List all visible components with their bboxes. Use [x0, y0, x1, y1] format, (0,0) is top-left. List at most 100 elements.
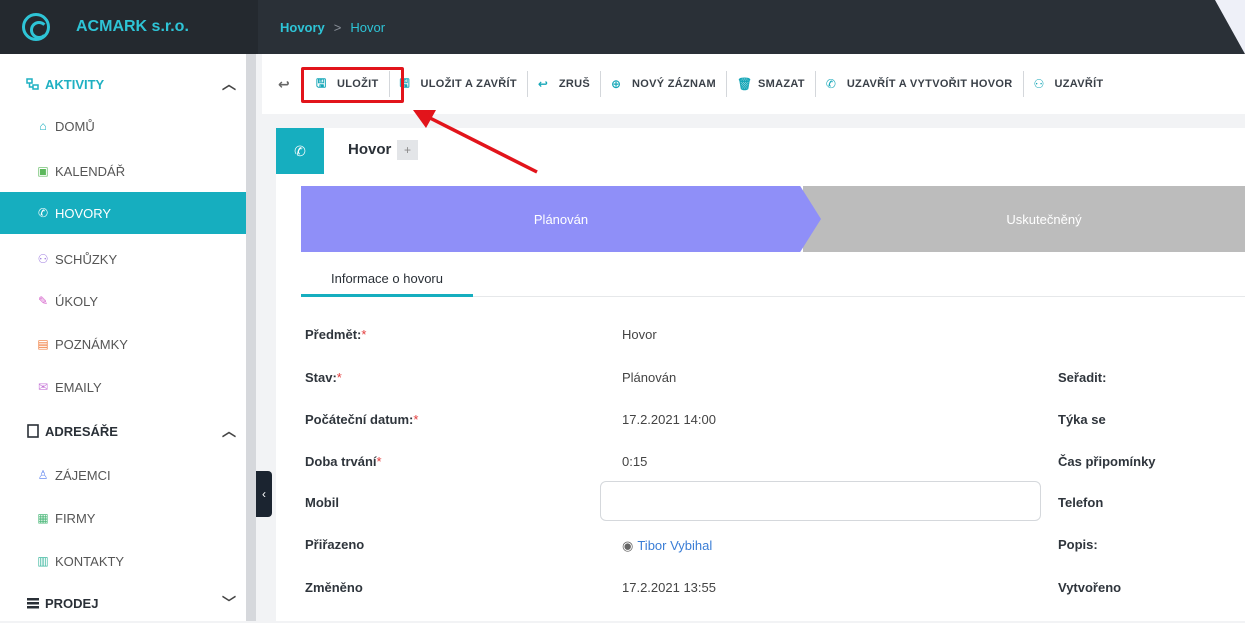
stage-progress-bar: Plánován Uskutečněný: [301, 186, 1245, 252]
meeting-icon: ⚇: [37, 252, 49, 266]
sidebar-item-label: HOVORY: [55, 205, 112, 221]
sidebar-item-label: DOMŮ: [55, 118, 95, 134]
field-label-predmet: Předmět:*: [305, 327, 367, 342]
breadcrumb: Hovory > Hovor: [280, 0, 385, 54]
new-record-button[interactable]: ⊕ NOVÝ ZÁZNAM: [601, 68, 726, 100]
chevron-left-icon: ‹: [262, 487, 266, 501]
sidebar-section-adresare[interactable]: ADRESÁŘE ︿: [0, 411, 246, 451]
sidebar-scrollbar[interactable]: [246, 54, 256, 621]
field-value-zmeneno: 17.2.2021 13:55: [622, 580, 716, 595]
close-and-create-meeting-button[interactable]: ⚇ UZAVŘÍT: [1024, 68, 1114, 100]
sidebar-item-schuzky[interactable]: ⚇ SCHŮZKY: [0, 238, 246, 280]
stage-label: Plánován: [533, 211, 589, 227]
mobil-input[interactable]: [600, 481, 1041, 521]
field-value-prirazeno[interactable]: ◉ Tibor Vybihal: [622, 538, 712, 554]
sidebar-item-kontakty[interactable]: ▥ KONTAKTY: [0, 540, 246, 582]
button-label: UZAVŘÍT: [1054, 78, 1104, 90]
record-type-phone-icon: ✆: [276, 128, 324, 174]
delete-button[interactable]: 🗑 SMAZAT: [727, 68, 815, 100]
sidebar-item-label: KALENDÁŘ: [55, 163, 126, 179]
section-label: AKTIVITY: [45, 76, 105, 92]
company-icon: ▦: [37, 511, 49, 525]
sidebar-section-aktivity[interactable]: AKTIVITY ︿: [0, 64, 246, 104]
back-icon[interactable]: ↩: [262, 76, 306, 93]
chevron-up-icon[interactable]: ︿: [222, 421, 236, 441]
record-tabs: Informace o hovoru: [301, 262, 1245, 297]
breadcrumb-item-hovor: Hovor: [350, 19, 386, 35]
field-label-pocatecni-datum: Počáteční datum:*: [305, 412, 419, 427]
toolbar: ↩ 🖫 ULOŽIT 🖫 ULOŽIT A ZAVŘÍT ↩ ZRUŠ ⊕ NO…: [262, 54, 1245, 114]
field-value-doba-trvani[interactable]: 0:15: [622, 454, 647, 469]
email-icon: ✉: [37, 380, 49, 394]
sales-icon: [26, 596, 40, 610]
assigned-user-link[interactable]: Tibor Vybihal: [637, 538, 712, 553]
activities-icon: [26, 77, 40, 91]
calendar-icon: ▣: [37, 164, 49, 178]
field-label-doba-trvani: Doba trvání*: [305, 454, 382, 469]
chevron-up-icon[interactable]: ︿: [222, 74, 236, 94]
breadcrumb-separator: >: [333, 19, 342, 35]
breadcrumb-item-hovory[interactable]: Hovory: [280, 20, 325, 35]
prospect-icon: ♙: [37, 468, 49, 482]
section-label: ADRESÁŘE: [45, 423, 118, 439]
sidebar-item-label: EMAILY: [55, 379, 102, 395]
section-label: PRODEJ: [45, 595, 99, 611]
sidebar-item-label: ÚKOLY: [55, 293, 99, 309]
sidebar-section-prodej[interactable]: PRODEJ ﹀: [0, 583, 246, 623]
field-label-zmeneno: Změněno: [305, 580, 363, 595]
field-label-popis: Popis:: [1058, 537, 1098, 552]
phone-icon: ✆: [825, 77, 837, 91]
record-title: Hovor: [348, 141, 392, 158]
tab-informace-o-hovoru[interactable]: Informace o hovoru: [301, 262, 473, 297]
field-label-tyka-se: Týka se: [1058, 412, 1106, 427]
task-icon: ✎: [37, 294, 49, 308]
chevron-down-icon[interactable]: ﹀: [222, 593, 236, 613]
button-label: ULOŽIT A ZAVŘÍT: [420, 78, 517, 90]
brand[interactable]: ACMARK s.r.o.: [0, 0, 258, 54]
brand-name: ACMARK s.r.o.: [76, 18, 189, 35]
stage-planovan[interactable]: Plánován: [301, 186, 821, 252]
field-value-pocatecni-datum[interactable]: 17.2.2021 14:00: [622, 412, 716, 427]
field-value-stav[interactable]: Plánován: [622, 370, 676, 385]
home-icon: ⌂: [39, 119, 47, 133]
sidebar-item-label: ZÁJEMCI: [55, 467, 111, 483]
sidebar-item-label: SCHŮZKY: [55, 251, 118, 267]
add-button[interactable]: +: [397, 140, 418, 160]
cancel-button[interactable]: ↩ ZRUŠ: [528, 68, 600, 100]
save-and-close-button[interactable]: 🖫 ULOŽIT A ZAVŘÍT: [390, 68, 527, 100]
field-label-cas-pripominky: Čas připomínky: [1058, 454, 1156, 469]
sidebar-item-domu[interactable]: ⌂ DOMŮ: [0, 105, 246, 147]
button-label: ZRUŠ: [558, 78, 591, 90]
close-and-create-call-button[interactable]: ✆ UZAVŘÍT A VYTVOŘIT HOVOR: [816, 68, 1023, 100]
collapse-sidebar-button[interactable]: ‹: [256, 471, 272, 517]
sidebar-item-label: POZNÁMKY: [55, 336, 128, 352]
save-button-highlight: [301, 67, 404, 103]
stage-label: Uskutečněný: [1006, 211, 1082, 227]
plus-circle-icon: ⊕: [611, 77, 622, 91]
undo-icon: ↩: [537, 77, 549, 91]
trash-icon: 🗑: [737, 77, 753, 91]
button-label: UZAVŘÍT A VYTVOŘIT HOVOR: [846, 78, 1013, 90]
button-label: SMAZAT: [758, 78, 805, 90]
corner-decoration: [1215, 0, 1245, 54]
sidebar-item-poznamky[interactable]: ▤ POZNÁMKY: [0, 323, 246, 365]
sidebar-item-emaily[interactable]: ✉ EMAILY: [0, 366, 246, 408]
stage-uskutecneny[interactable]: Uskutečněný: [803, 186, 1245, 252]
field-value-predmet[interactable]: Hovor: [622, 327, 657, 342]
sidebar-item-kalendar[interactable]: ▣ KALENDÁŘ: [0, 150, 246, 192]
field-label-mobil: Mobil: [305, 495, 339, 510]
field-label-vytvoreno: Vytvořeno: [1058, 580, 1122, 595]
field-label-telefon: Telefon: [1058, 495, 1104, 510]
sidebar-item-ukoly[interactable]: ✎ ÚKOLY: [0, 280, 246, 322]
sidebar-item-zajemci[interactable]: ♙ ZÁJEMCI: [0, 454, 246, 496]
sidebar-item-firmy[interactable]: ▦ FIRMY: [0, 497, 246, 539]
sidebar-item-hovory[interactable]: ✆ HOVORY: [0, 192, 246, 234]
contact-icon: ▥: [37, 554, 49, 568]
sidebar-item-label: FIRMY: [55, 510, 96, 526]
button-label: NOVÝ ZÁZNAM: [632, 78, 716, 90]
sidebar: AKTIVITY ︿ ⌂ DOMŮ ▣ KALENDÁŘ ✆ HOVORY ⚇ …: [0, 54, 246, 621]
field-label-prirazeno: Přiřazeno: [305, 537, 365, 552]
field-label-stav: Stav:*: [305, 370, 342, 385]
logo-icon: [22, 13, 50, 41]
meeting-icon: ⚇: [1033, 77, 1045, 91]
